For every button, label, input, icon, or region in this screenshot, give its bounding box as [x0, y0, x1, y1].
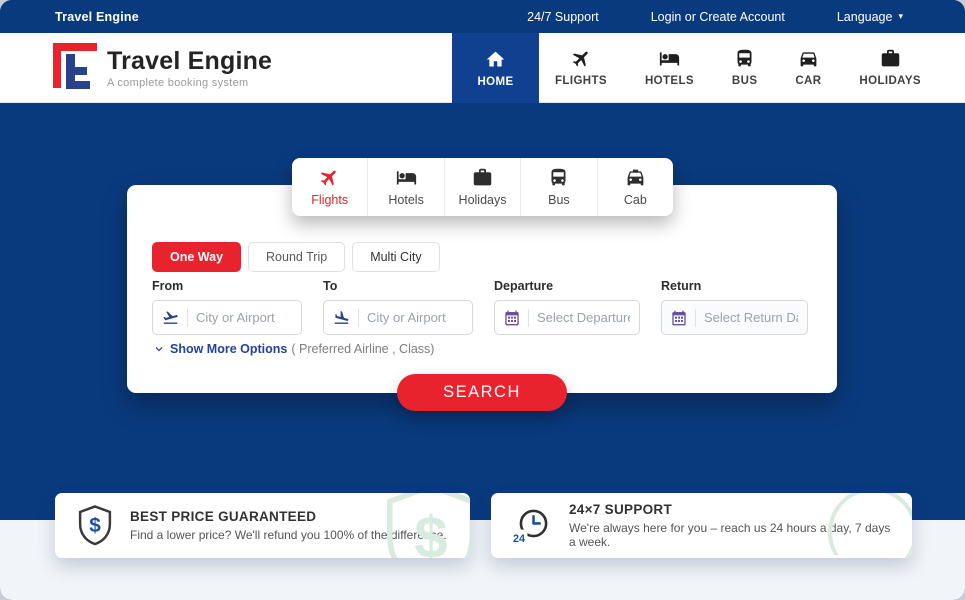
feature-title: 24×7 SUPPORT [569, 502, 892, 517]
divider [528, 309, 529, 327]
logo-text: Travel Engine A complete booking system [107, 47, 272, 89]
tab-hotels[interactable]: Hotels [368, 158, 444, 216]
nav-label: BUS [732, 75, 757, 87]
support-link[interactable]: 24/7 Support [527, 10, 599, 24]
caret-down-icon: ▾ [898, 12, 903, 21]
to-input[interactable] [367, 310, 463, 325]
flight-search-card: One Way Round Trip Multi City From To [127, 185, 837, 393]
svg-text:24: 24 [513, 533, 525, 545]
to-label: To [323, 279, 473, 293]
bus-icon [734, 48, 755, 69]
return-input-box[interactable] [661, 300, 808, 335]
calendar-icon [504, 310, 520, 326]
clock-24-icon: 24 [511, 505, 554, 546]
feature-title: BEST PRICE GUARANTEED [130, 509, 447, 524]
main-nav: FLIGHTS HOTELS BUS CAR HOLIDAYS [539, 33, 965, 103]
departure-input-box[interactable] [494, 300, 640, 335]
search-fields: From To Departure [152, 279, 808, 335]
show-more-options[interactable]: Show More Options ( Preferred Airline , … [152, 342, 434, 356]
from-input[interactable] [196, 310, 292, 325]
show-more-options-link: Show More Options [170, 342, 287, 356]
nav-label: HOME [477, 76, 513, 88]
to-field-group: To [323, 279, 473, 335]
calendar-icon [671, 310, 687, 326]
tab-label: Bus [548, 193, 570, 207]
feature-description: We're always here for you – reach us 24 … [569, 521, 892, 549]
divider [695, 309, 696, 327]
plane-icon [566, 44, 596, 74]
tab-label: Flights [311, 193, 348, 207]
nav-label: CAR [795, 75, 821, 87]
nav-item-car[interactable]: CAR [787, 48, 829, 87]
taxi-icon [625, 167, 646, 188]
departure-field-group: Departure [494, 279, 640, 335]
logo-title: Travel Engine [107, 47, 272, 76]
trip-type-selector: One Way Round Trip Multi City [152, 242, 440, 272]
tab-flights[interactable]: Flights [292, 158, 368, 216]
feature-description: Find a lower price? We'll refund you 100… [130, 528, 447, 542]
from-label: From [152, 279, 302, 293]
briefcase-icon [880, 48, 901, 69]
departure-label: Departure [494, 279, 640, 293]
travel-engine-page: Travel Engine 24/7 Support Login or Crea… [0, 0, 965, 600]
bus-icon [548, 167, 569, 188]
te-logo-mark-icon [52, 41, 99, 94]
search-button[interactable]: SEARCH [397, 374, 567, 411]
tab-cab[interactable]: Cab [598, 158, 673, 216]
logo[interactable]: Travel Engine A complete booking system [0, 33, 452, 103]
flight-landing-icon [333, 309, 350, 326]
return-label: Return [661, 279, 808, 293]
flight-takeoff-icon [162, 309, 179, 326]
return-date-input[interactable] [704, 310, 798, 325]
feature-text: 24×7 SUPPORT We're always here for you –… [569, 502, 892, 549]
shield-dollar-icon: $ [75, 504, 115, 547]
trip-one-way-button[interactable]: One Way [152, 242, 241, 272]
briefcase-icon [472, 167, 493, 188]
logo-tagline: A complete booking system [107, 77, 272, 89]
nav-item-home[interactable]: HOME [452, 33, 539, 103]
nav-label: HOLIDAYS [859, 75, 921, 87]
topbar: Travel Engine 24/7 Support Login or Crea… [0, 0, 965, 33]
nav-item-holidays[interactable]: HOLIDAYS [851, 48, 929, 87]
feature-text: BEST PRICE GUARANTEED Find a lower price… [130, 509, 447, 542]
login-link[interactable]: Login or Create Account [651, 10, 785, 24]
topbar-links: 24/7 Support Login or Create Account Lan… [527, 10, 903, 24]
tab-label: Hotels [388, 193, 423, 207]
bed-icon [396, 167, 417, 188]
svg-text:$: $ [89, 514, 101, 537]
tab-holidays[interactable]: Holidays [445, 158, 521, 216]
home-icon [485, 49, 506, 70]
bed-icon [659, 48, 680, 69]
plane-icon [315, 163, 345, 193]
chevron-down-icon [152, 342, 166, 356]
booking-tabs: Flights Hotels Holidays Bus Cab [292, 158, 673, 216]
divider [358, 309, 359, 327]
divider [187, 309, 188, 327]
more-options-hint: ( Preferred Airline , Class) [291, 342, 434, 356]
nav-label: HOTELS [645, 75, 694, 87]
nav-item-flights[interactable]: FLIGHTS [547, 48, 615, 87]
language-label: Language [837, 10, 893, 24]
departure-date-input[interactable] [537, 310, 630, 325]
tab-bus[interactable]: Bus [521, 158, 597, 216]
nav-label: FLIGHTS [555, 75, 607, 87]
nav-item-bus[interactable]: BUS [724, 48, 765, 87]
support-card: 24 24 24×7 SUPPORT We're always here for… [491, 493, 912, 558]
car-icon [798, 48, 819, 69]
from-field-group: From [152, 279, 302, 335]
return-field-group: Return [661, 279, 808, 335]
topbar-brand: Travel Engine [55, 10, 139, 24]
to-input-box[interactable] [323, 300, 473, 335]
tab-label: Cab [624, 193, 647, 207]
hero-section: Flights Hotels Holidays Bus Cab One Way [0, 103, 965, 520]
trip-multi-city-button[interactable]: Multi City [352, 242, 439, 272]
language-menu[interactable]: Language ▾ [837, 10, 903, 24]
best-price-card: $ $ BEST PRICE GUARANTEED Find a lower p… [55, 493, 470, 558]
trip-round-trip-button[interactable]: Round Trip [248, 242, 345, 272]
header: Travel Engine A complete booking system … [0, 33, 965, 103]
tab-label: Holidays [459, 193, 507, 207]
from-input-box[interactable] [152, 300, 302, 335]
nav-item-hotels[interactable]: HOTELS [637, 48, 702, 87]
